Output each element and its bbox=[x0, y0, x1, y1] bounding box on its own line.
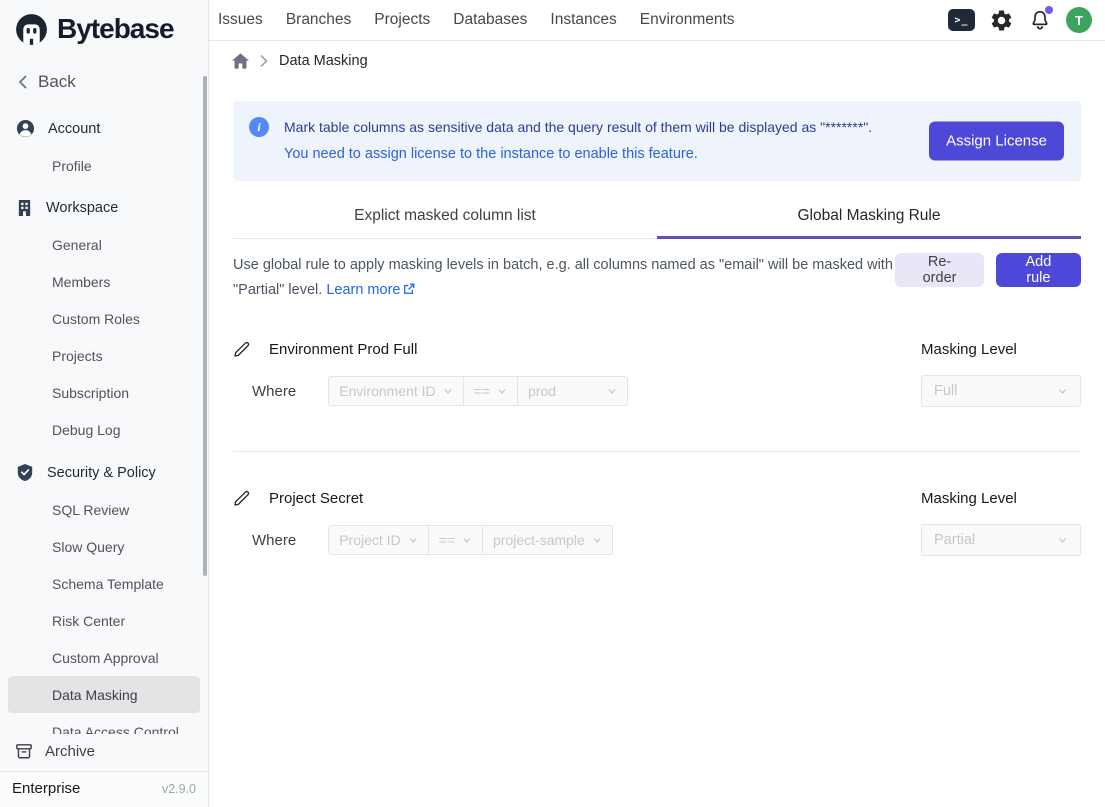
chevron-down-icon bbox=[462, 536, 472, 544]
sidebar-item-data-masking[interactable]: Data Masking bbox=[8, 676, 200, 713]
tab-global-masking-rule[interactable]: Global Masking Rule bbox=[657, 196, 1081, 238]
shield-check-icon bbox=[16, 463, 34, 482]
factor-select[interactable]: Project ID bbox=[329, 526, 427, 554]
sql-editor-icon[interactable]: >_ bbox=[948, 9, 975, 31]
banner-message: Mark table columns as sensitive data and… bbox=[284, 114, 872, 141]
sidebar-item-schema-template[interactable]: Schema Template bbox=[0, 565, 208, 602]
chevron-down-icon bbox=[1057, 387, 1068, 395]
gear-icon[interactable] bbox=[989, 8, 1014, 33]
license-banner: i Mark table columns as sensitive data a… bbox=[233, 101, 1081, 181]
user-icon bbox=[16, 119, 35, 138]
info-icon: i bbox=[249, 117, 269, 137]
sidebar-section-workspace: Workspace bbox=[0, 190, 208, 226]
edit-pencil-icon[interactable] bbox=[233, 341, 250, 358]
masking-level-label: Masking Level bbox=[921, 490, 1081, 507]
breadcrumb: Data Masking bbox=[209, 41, 1105, 81]
condition-group: Environment ID == prod bbox=[328, 376, 628, 406]
factor-select[interactable]: Environment ID bbox=[329, 377, 462, 405]
rule-intro-text: Use global rule to apply masking levels … bbox=[233, 253, 895, 303]
rule-title: Project Secret bbox=[269, 490, 363, 507]
logo[interactable]: Bytebase bbox=[0, 0, 208, 58]
sidebar-item-general[interactable]: General bbox=[0, 226, 208, 263]
top-navigation: Issues Branches Projects Databases Insta… bbox=[209, 0, 1105, 41]
building-icon bbox=[16, 199, 33, 217]
sidebar-item-custom-roles[interactable]: Custom Roles bbox=[0, 300, 208, 337]
masking-level-label: Masking Level bbox=[921, 341, 1081, 358]
nav-environments[interactable]: Environments bbox=[640, 11, 735, 29]
value-select[interactable]: project-sample bbox=[482, 526, 612, 554]
breadcrumb-page[interactable]: Data Masking bbox=[279, 53, 368, 69]
nav-instances[interactable]: Instances bbox=[550, 11, 616, 29]
sidebar-item-members[interactable]: Members bbox=[0, 263, 208, 300]
learn-more-link[interactable]: Learn more bbox=[326, 282, 415, 298]
edit-pencil-icon[interactable] bbox=[233, 490, 250, 507]
archive-icon bbox=[15, 743, 33, 760]
assign-license-button[interactable]: Assign License bbox=[929, 122, 1064, 161]
sidebar-item-custom-approval[interactable]: Custom Approval bbox=[0, 639, 208, 676]
avatar[interactable]: T bbox=[1066, 7, 1092, 33]
chevron-left-icon bbox=[17, 75, 29, 89]
back-button[interactable]: Back bbox=[0, 62, 208, 104]
brand-wordmark: Bytebase bbox=[57, 13, 174, 45]
main-area: Issues Branches Projects Databases Insta… bbox=[209, 0, 1105, 807]
sidebar-section-security-policy: Security & Policy bbox=[0, 454, 208, 491]
sidebar-item-data-access-control[interactable]: Data Access Control bbox=[0, 713, 208, 734]
sidebar-item-archive[interactable]: Archive bbox=[0, 734, 208, 771]
sidebar-item-subscription[interactable]: Subscription bbox=[0, 374, 208, 411]
operator-select[interactable]: == bbox=[428, 526, 482, 554]
nav-projects[interactable]: Projects bbox=[374, 11, 430, 29]
rule-title: Environment Prod Full bbox=[269, 341, 417, 358]
masking-rule-environment-prod-full: Environment Prod Full Masking Level Wher… bbox=[233, 341, 1081, 407]
sidebar-nav: Back Account Profile Workspace General M… bbox=[0, 58, 208, 734]
sidebar-item-sql-review[interactable]: SQL Review bbox=[0, 491, 208, 528]
page-content: i Mark table columns as sensitive data a… bbox=[209, 81, 1105, 807]
bytebase-logo-icon bbox=[13, 11, 50, 48]
plan-label: Enterprise bbox=[12, 780, 80, 797]
condition-group: Project ID == project-sample bbox=[328, 525, 613, 555]
nav-issues[interactable]: Issues bbox=[218, 11, 263, 29]
sidebar-section-account: Account bbox=[0, 110, 208, 147]
sidebar-item-slow-query[interactable]: Slow Query bbox=[0, 528, 208, 565]
where-label: Where bbox=[252, 532, 296, 549]
value-select[interactable]: prod bbox=[517, 377, 627, 405]
sidebar-item-risk-center[interactable]: Risk Center bbox=[0, 602, 208, 639]
masking-level-select[interactable]: Partial bbox=[921, 524, 1081, 556]
chevron-down-icon bbox=[443, 387, 453, 395]
chevron-down-icon bbox=[408, 536, 418, 544]
chevron-right-icon bbox=[260, 55, 268, 67]
nav-branches[interactable]: Branches bbox=[286, 11, 351, 29]
external-link-icon bbox=[403, 283, 415, 295]
notifications-button[interactable] bbox=[1028, 8, 1052, 33]
sidebar: Bytebase Back Account Profile Workspace … bbox=[0, 0, 209, 807]
tab-bar: Explict masked column list Global Maskin… bbox=[233, 196, 1081, 239]
sidebar-item-debug-log[interactable]: Debug Log bbox=[0, 411, 208, 448]
tab-explicit-masked-column-list[interactable]: Explict masked column list bbox=[233, 196, 657, 238]
masking-rule-project-secret: Project Secret Masking Level Where Proje… bbox=[233, 490, 1081, 556]
chevron-down-icon bbox=[592, 536, 602, 544]
add-rule-button[interactable]: Add rule bbox=[996, 253, 1081, 287]
home-icon[interactable] bbox=[232, 53, 249, 69]
masking-level-select[interactable]: Full bbox=[921, 375, 1081, 407]
rule-intro-row: Use global rule to apply masking levels … bbox=[233, 253, 1081, 303]
operator-select[interactable]: == bbox=[463, 377, 517, 405]
sidebar-item-profile[interactable]: Profile bbox=[0, 147, 208, 184]
chevron-down-icon bbox=[607, 387, 617, 395]
chevron-down-icon bbox=[1057, 536, 1068, 544]
where-label: Where bbox=[252, 383, 296, 400]
chevron-down-icon bbox=[497, 387, 507, 395]
notification-dot bbox=[1045, 6, 1053, 14]
nav-databases[interactable]: Databases bbox=[453, 11, 527, 29]
sidebar-scrollbar[interactable] bbox=[203, 76, 207, 576]
sidebar-item-projects[interactable]: Projects bbox=[0, 337, 208, 374]
banner-license-note: You need to assign license to the instan… bbox=[284, 141, 872, 168]
version-label: v2.9.0 bbox=[162, 782, 196, 796]
reorder-button[interactable]: Re-order bbox=[895, 253, 983, 287]
sidebar-footer: Enterprise v2.9.0 bbox=[0, 771, 208, 807]
rule-divider bbox=[233, 451, 1081, 452]
